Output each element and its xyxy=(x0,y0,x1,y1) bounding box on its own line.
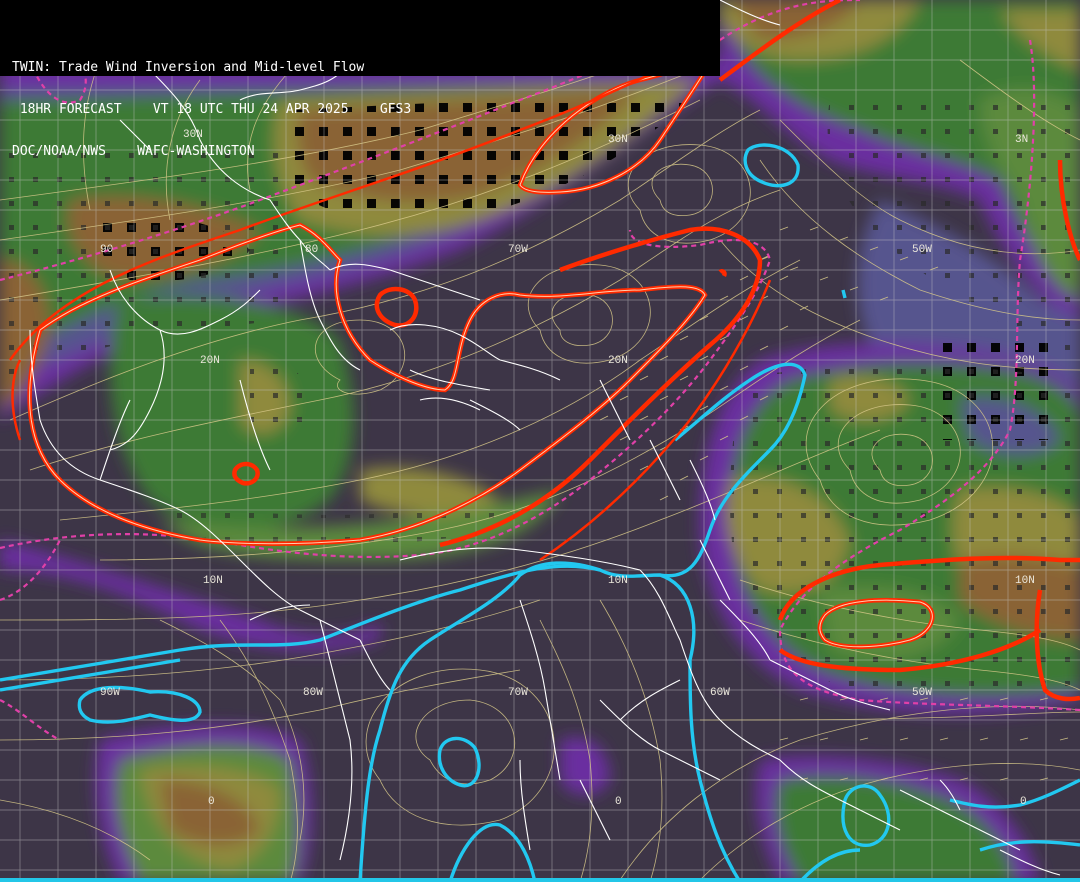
bottom-border xyxy=(0,878,1080,882)
lat-label-0-east: 0 xyxy=(1020,796,1027,808)
lat-label-10n-east: 10N xyxy=(1015,575,1035,587)
lon-label-60w-bottom: 60W xyxy=(710,687,730,699)
lon-label-70w-top: 70W xyxy=(508,244,528,256)
source-line: DOC/NOAA/NWS WAFC-WASHINGTON xyxy=(12,144,255,159)
lon-label-70w-bottom: 70W xyxy=(508,687,528,699)
lon-label-50w-top: 50W xyxy=(912,244,932,256)
lat-label-20n-center: 20N xyxy=(608,355,628,367)
lon-label-50w-bottom: 50W xyxy=(912,687,932,699)
lat-label-3n-far: 3N xyxy=(1015,134,1028,146)
lon-label-90w-bottom: 90W xyxy=(100,687,120,699)
lon-label-80-top: 80 xyxy=(305,244,318,256)
forecast-line: 18HR FORECAST VT 18 UTC THU 24 APR 2025 … xyxy=(12,102,412,117)
lat-label-10n-center: 10N xyxy=(608,575,628,587)
lat-label-0-center: 0 xyxy=(615,796,622,808)
map-header: TWIN: Trade Wind Inversion and Mid-level… xyxy=(0,0,720,159)
lat-label-20n-west: 20N xyxy=(200,355,220,367)
lat-label-10n-west: 10N xyxy=(203,575,223,587)
lat-label-0-west: 0 xyxy=(208,796,215,808)
product-title: TWIN: Trade Wind Inversion and Mid-level… xyxy=(12,60,365,75)
lon-label-90-top: 90 xyxy=(100,244,113,256)
lat-label-20n-east: 20N xyxy=(1015,355,1035,367)
lon-label-80w-bottom: 80W xyxy=(303,687,323,699)
